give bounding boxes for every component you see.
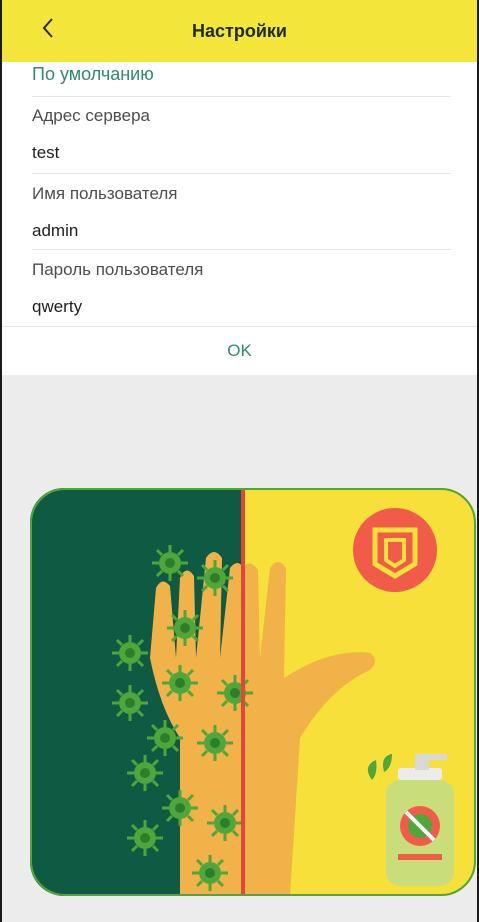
default-settings-link[interactable]: По умолчанию <box>32 64 154 85</box>
username-field[interactable]: Имя пользователя admin <box>32 184 451 241</box>
server-address-label: Адрес сервера <box>32 106 151 125</box>
password-label: Пароль пользователя <box>32 260 204 279</box>
ok-button[interactable]: OK <box>227 341 252 361</box>
ok-bar: OK <box>2 326 477 375</box>
hand-sanitizer-illustration <box>30 488 476 896</box>
divider <box>32 96 451 97</box>
username-value[interactable]: admin <box>32 221 451 241</box>
app-window: Настройки По умолчанию Адрес сервера tes… <box>0 0 479 922</box>
divider <box>32 249 451 250</box>
page-title: Настройки <box>192 20 287 41</box>
password-value[interactable]: qwerty <box>32 297 451 317</box>
back-button[interactable] <box>32 12 64 48</box>
server-address-field[interactable]: Адрес сервера test <box>32 106 451 163</box>
top-bar: Настройки <box>2 0 477 62</box>
divider <box>32 173 451 174</box>
password-field[interactable]: Пароль пользователя qwerty <box>32 260 451 317</box>
server-address-value[interactable]: test <box>32 143 451 163</box>
chevron-left-icon <box>40 17 56 44</box>
username-label: Имя пользователя <box>32 184 178 203</box>
